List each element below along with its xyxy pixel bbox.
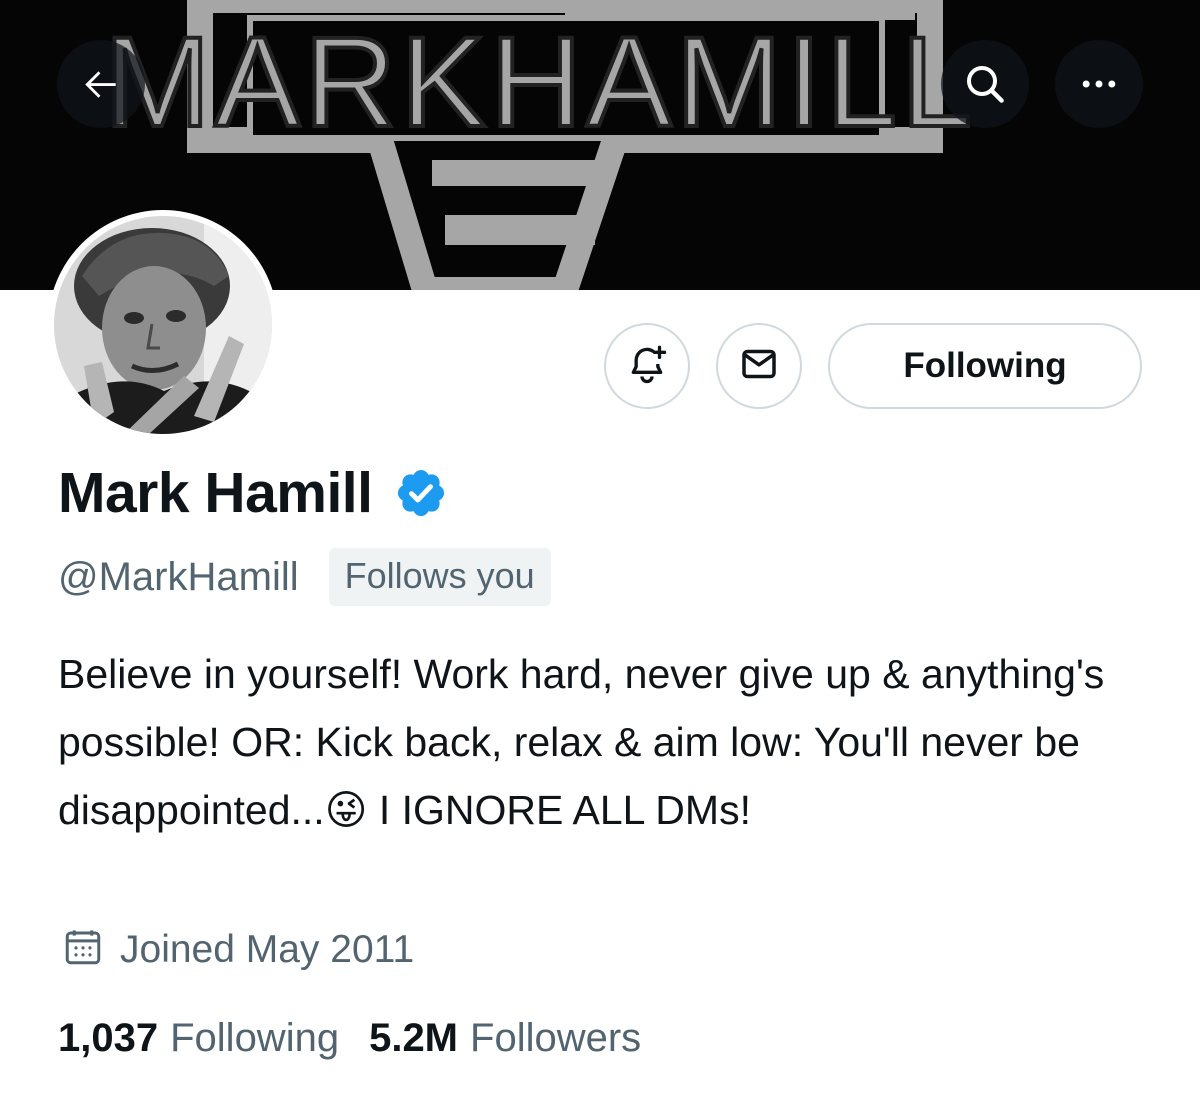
calendar-icon <box>62 926 104 973</box>
display-name: Mark Hamill <box>58 461 373 525</box>
arrow-left-icon <box>79 62 123 106</box>
name-row: Mark Hamill <box>58 460 448 526</box>
avatar[interactable] <box>48 210 278 440</box>
notify-button[interactable] <box>604 323 690 409</box>
followers-label: Followers <box>470 1016 642 1060</box>
user-handle: @MarkHamill <box>58 554 299 599</box>
following-stat-link[interactable]: 1,037 Following <box>58 1016 339 1061</box>
handle-row: @MarkHamill Follows you <box>58 548 551 606</box>
joined-date: Joined May 2011 <box>120 927 415 971</box>
more-icon <box>1077 62 1121 106</box>
following-label: Following <box>170 1016 340 1060</box>
followers-stat-link[interactable]: 5.2M Followers <box>369 1016 641 1061</box>
joined-row: Joined May 2011 <box>62 926 414 973</box>
bell-plus-icon <box>627 344 667 389</box>
following-count: 1,037 <box>58 1016 159 1060</box>
profile-bio: Believe in yourself! Work hard, never gi… <box>58 651 1116 833</box>
avatar-photo <box>54 216 272 434</box>
search-icon <box>961 60 1009 108</box>
following-button[interactable]: Following <box>828 323 1142 409</box>
message-button[interactable] <box>716 323 802 409</box>
banner-wordmark: MARKHAMILL <box>102 11 977 154</box>
follows-you-badge: Follows you <box>328 548 551 606</box>
envelope-icon <box>739 344 779 389</box>
more-button[interactable] <box>1055 40 1143 128</box>
verified-badge-icon[interactable] <box>394 466 448 525</box>
stats-row: 1,037 Following 5.2M Followers <box>58 1016 671 1061</box>
followers-count: 5.2M <box>369 1016 459 1060</box>
search-button[interactable] <box>941 40 1029 128</box>
back-button[interactable] <box>57 40 145 128</box>
